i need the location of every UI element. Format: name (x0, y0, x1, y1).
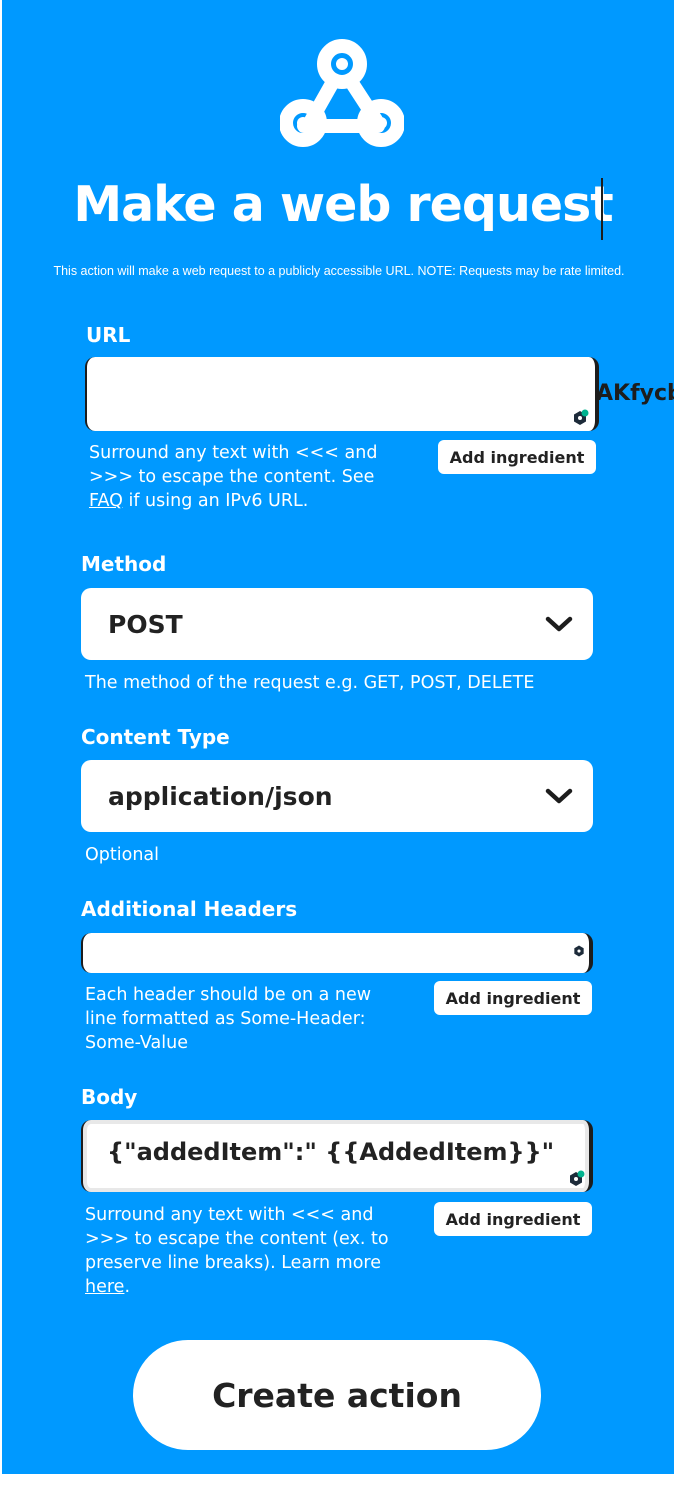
url-input[interactable] (85, 357, 599, 431)
body-input-value: {"addedItem":" {{AddedItem}}" (107, 1138, 555, 1166)
body-help-text: Surround any text with <<< and >>> to es… (85, 1205, 389, 1297)
chevron-down-icon (545, 788, 573, 804)
create-action-button[interactable]: Create action (133, 1340, 541, 1450)
headers-input[interactable] (81, 933, 593, 973)
body-label: Body (81, 1085, 138, 1109)
method-select[interactable]: POST (81, 588, 593, 660)
action-config-panel: Make a web request This action will make… (2, 0, 674, 1474)
body-add-ingredient-button[interactable]: Add ingredient (434, 1202, 592, 1236)
url-label: URL (86, 323, 131, 347)
url-overflow-text: AKfycb (596, 381, 674, 406)
webhooks-icon (280, 39, 404, 147)
ingredient-icon[interactable] (572, 944, 586, 958)
page-description: This action will make a web request to a… (53, 264, 625, 278)
content-type-select[interactable]: application/json (81, 760, 593, 832)
text-caret (601, 178, 603, 240)
ingredient-icon[interactable] (571, 409, 589, 427)
content-type-label: Content Type (81, 725, 230, 749)
method-selected-value: POST (108, 609, 183, 639)
headers-add-ingredient-button[interactable]: Add ingredient (434, 981, 592, 1015)
method-help-text: The method of the request e.g. GET, POST… (85, 673, 535, 693)
url-help-text: Surround any text with <<< and >>> to es… (89, 443, 378, 511)
headers-help-text: Each header should be on a new line form… (85, 985, 372, 1053)
body-input[interactable]: {"addedItem":" {{AddedItem}}" (81, 1120, 593, 1192)
url-add-ingredient-button[interactable]: Add ingredient (438, 440, 596, 474)
chevron-down-icon (545, 616, 573, 632)
ingredient-icon[interactable] (567, 1170, 585, 1188)
content-type-selected-value: application/json (108, 781, 333, 811)
content-type-help-text: Optional (85, 845, 159, 865)
page-title: Make a web request (73, 176, 613, 233)
learn-more-link[interactable]: here (85, 1277, 124, 1297)
headers-label: Additional Headers (81, 897, 298, 921)
method-label: Method (81, 552, 167, 576)
faq-link[interactable]: FAQ (89, 491, 123, 511)
